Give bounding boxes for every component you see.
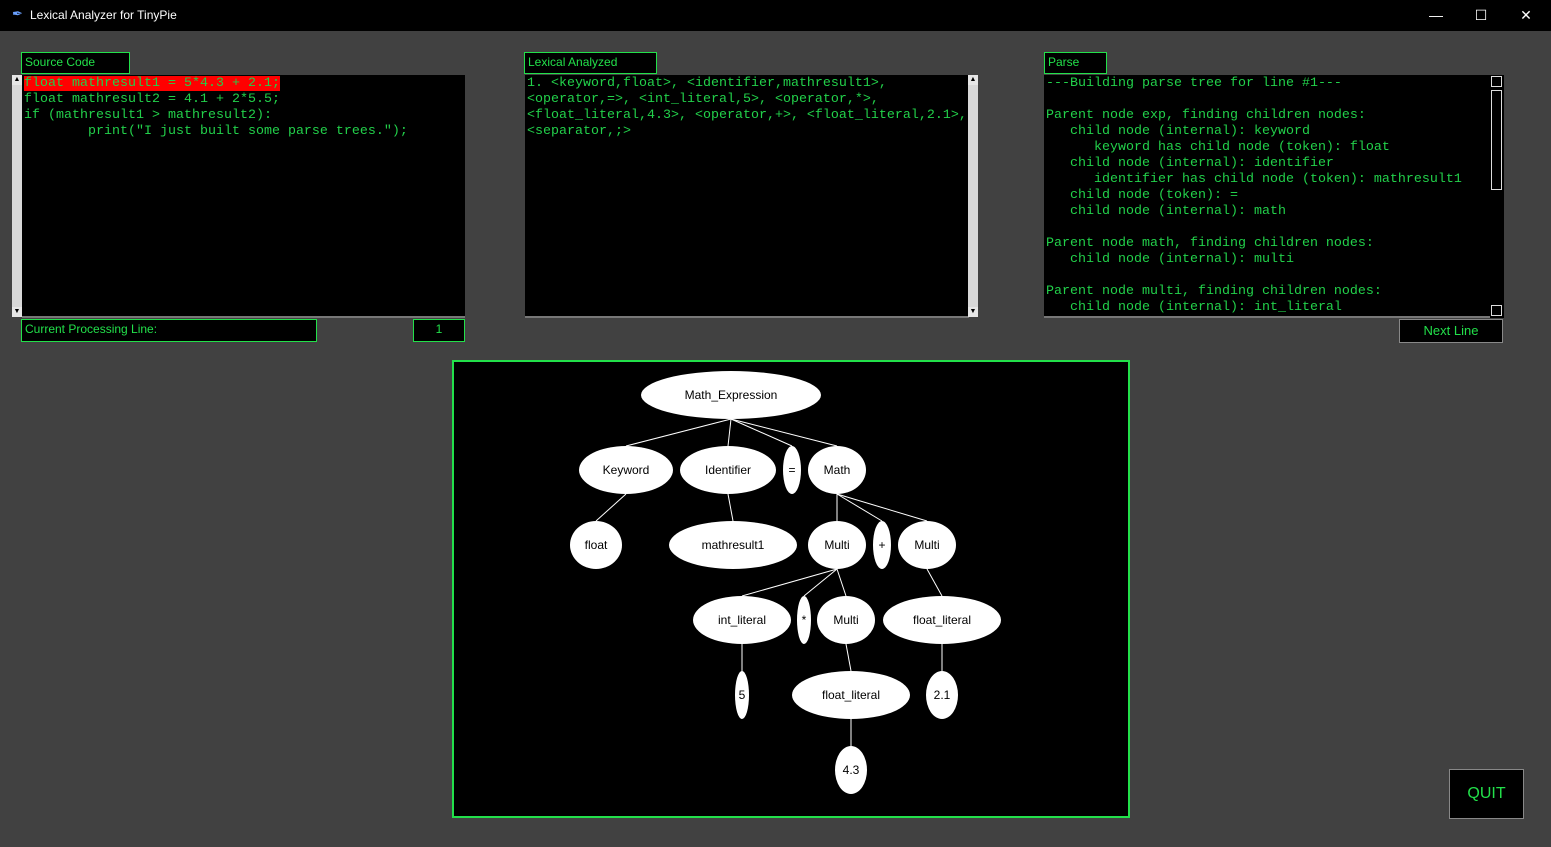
lexical-result-output[interactable]: 1. <keyword,float>, <identifier,mathresu…: [525, 75, 969, 318]
scroll-thumb[interactable]: [1491, 90, 1502, 190]
tree-edge: [625, 418, 732, 447]
text-line: 1. <keyword,float>, <identifier,mathresu…: [527, 76, 887, 91]
tree-node-label: Identifier: [705, 463, 751, 477]
next-line-button[interactable]: Next Line: [1399, 319, 1503, 343]
text-line: [1046, 92, 1054, 107]
text-line: <separator,;>: [527, 124, 631, 139]
tree-node-label: Multi: [824, 538, 849, 552]
text-line: float mathresult1 = 5*4.3 + 2.1;: [24, 76, 280, 91]
tree-node-label: float_literal: [913, 613, 971, 627]
current-processing-line-label: Current Processing Line:: [21, 319, 317, 342]
tree-node-label: *: [802, 613, 807, 627]
tree-node-label: Multi: [914, 538, 939, 552]
text-line: if (mathresult1 > mathresult2):: [24, 108, 272, 123]
tree-node-label: Math: [824, 463, 851, 477]
parse-tree-scrollbar[interactable]: [1490, 75, 1504, 318]
source-scrollbar[interactable]: ▲ ▼: [12, 75, 22, 317]
tree-edge: [845, 643, 852, 672]
minimize-button[interactable]: —: [1421, 4, 1451, 26]
tree-edge: [836, 493, 928, 522]
tree-node-label: 4.3: [843, 763, 860, 777]
text-line: Parent node exp, finding children nodes:: [1046, 108, 1366, 123]
tree-edge: [803, 568, 838, 597]
tree-edge: [926, 568, 943, 597]
tree-node-label: +: [878, 538, 885, 552]
text-line: identifier has child node (token): mathr…: [1046, 172, 1462, 187]
tree-node-label: Multi: [833, 613, 858, 627]
tree-node-label: mathresult1: [702, 538, 765, 552]
lexical-scrollbar[interactable]: ▲ ▼: [968, 75, 978, 317]
tree-edge: [727, 493, 734, 522]
text-line: ---Building parse tree for line #1---: [1046, 76, 1342, 91]
text-line: child node (internal): keyword: [1046, 124, 1310, 139]
scroll-down-icon[interactable]: ▼: [968, 307, 978, 317]
feather-icon: ✒: [12, 6, 23, 21]
parse-tree-output[interactable]: ---Building parse tree for line #1--- Pa…: [1044, 75, 1490, 318]
text-line: float mathresult2 = 4.1 + 2*5.5;: [24, 92, 280, 107]
tree-node-label: Math_Expression: [685, 388, 778, 402]
maximize-button[interactable]: ☐: [1466, 4, 1496, 26]
source-code-input[interactable]: float mathresult1 = 5*4.3 + 2.1; float ma…: [22, 75, 465, 318]
tree-edge: [595, 493, 627, 522]
text-line: <float_literal,4.3>, <operator,+>, <floa…: [527, 108, 967, 123]
text-line: [1046, 268, 1054, 283]
text-line: child node (internal): identifier: [1046, 156, 1334, 171]
text-line: keyword has child node (token): float: [1046, 140, 1390, 155]
window-title: Lexical Analyzer for TinyPie: [30, 8, 177, 22]
text-line: child node (internal): int_literal: [1046, 300, 1342, 315]
tree-edge: [836, 493, 883, 522]
scroll-up-icon[interactable]: ▲: [968, 75, 978, 85]
close-button[interactable]: ✕: [1511, 4, 1541, 26]
tree-node-label: =: [788, 463, 795, 477]
parse-tree-label: Parse Tree:: [1044, 52, 1107, 88]
scroll-down-icon[interactable]: ▼: [12, 307, 22, 317]
tree-node-label: Keyword: [603, 463, 650, 477]
tree-node-label: int_literal: [718, 613, 766, 627]
text-line: child node (internal): multi: [1046, 252, 1294, 267]
quit-button[interactable]: QUIT: [1449, 769, 1524, 819]
text-line: child node (token): =: [1046, 188, 1238, 203]
scroll-up-icon[interactable]: [1491, 76, 1502, 87]
tree-node-label: 2.1: [934, 688, 951, 702]
tree-edge: [836, 568, 847, 597]
text-line: child node (internal): math: [1046, 204, 1286, 219]
title-bar: ✒ Lexical Analyzer for TinyPie — ☐ ✕: [0, 0, 1551, 31]
parse-tree-diagram: Math_Expression Keyword Identifier = Math flo…: [570, 371, 1001, 794]
source-code-label: Source Code Input:: [21, 52, 130, 88]
text-line: [1046, 220, 1054, 235]
parse-tree-canvas: Math_Expression Keyword Identifier = Math flo…: [452, 360, 1130, 818]
tree-node-label: float_literal: [822, 688, 880, 702]
tree-edge: [741, 568, 838, 597]
lexical-result-label: Lexical Analyzed Result:: [524, 52, 657, 88]
tree-node-label: 5: [739, 688, 746, 702]
text-line: <operator,=>, <int_literal,5>, <operator…: [527, 92, 879, 107]
scroll-up-icon[interactable]: ▲: [12, 75, 22, 85]
text-line: Parent node multi, finding children node…: [1046, 284, 1382, 299]
tree-edge: [727, 418, 732, 447]
tree-node-label: float: [585, 538, 608, 552]
scroll-down-icon[interactable]: [1491, 305, 1502, 316]
current-line-value: 1: [413, 319, 465, 342]
text-line: print("I just built some parse trees.");: [24, 124, 408, 139]
text-line: Parent node math, finding children nodes…: [1046, 236, 1374, 251]
